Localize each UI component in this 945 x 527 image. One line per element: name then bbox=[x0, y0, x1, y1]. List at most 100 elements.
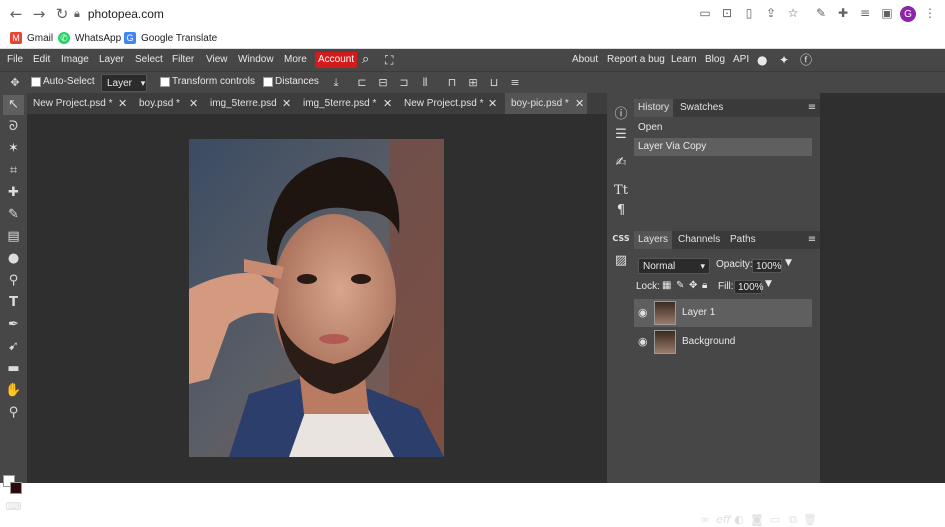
align-middle-icon[interactable]: ⊞ bbox=[466, 76, 480, 90]
layer-row-layer-1[interactable]: ◉ Layer 1 bbox=[634, 299, 812, 327]
new-group-icon[interactable]: ▭ bbox=[768, 513, 782, 527]
history-item-open[interactable]: Open bbox=[634, 119, 812, 137]
kebab-menu-icon[interactable]: ⋮ bbox=[922, 5, 938, 21]
magic-wand-icon[interactable]: ✶ bbox=[3, 139, 24, 159]
reload-icon[interactable]: ↻ bbox=[52, 4, 72, 24]
menu-learn[interactable]: Learn bbox=[671, 52, 697, 68]
layer-mask-icon[interactable]: ◙ bbox=[750, 513, 764, 527]
align-top-icon[interactable]: ⊓ bbox=[445, 76, 459, 90]
zoom-tool-icon[interactable]: ⚲ bbox=[3, 403, 24, 423]
character-icon[interactable]: Tt bbox=[610, 181, 632, 201]
share-icon[interactable]: ⇪ bbox=[763, 5, 779, 21]
align-left-icon[interactable]: ⊏ bbox=[355, 76, 369, 90]
menu-account[interactable]: Account bbox=[315, 52, 358, 68]
align-right-icon[interactable]: ⊐ bbox=[397, 76, 411, 90]
menu-report-bug[interactable]: Report a bug bbox=[607, 52, 665, 68]
info-icon[interactable]: ⓘ bbox=[610, 105, 632, 125]
forward-icon[interactable]: → bbox=[29, 4, 49, 24]
tab-new-project-1[interactable]: New Project.psd * bbox=[27, 93, 112, 114]
lock-position-icon[interactable]: ✥ bbox=[689, 280, 697, 291]
close-icon[interactable]: ✕ bbox=[282, 93, 291, 114]
transform-controls-checkbox[interactable] bbox=[160, 77, 170, 87]
bookmark-whatsapp[interactable]: ✆ WhatsApp bbox=[58, 30, 121, 46]
close-icon[interactable]: ✕ bbox=[189, 93, 198, 114]
pen-tool-icon[interactable]: ✒ bbox=[3, 315, 24, 335]
blend-mode-select[interactable]: Normal ▾ bbox=[638, 258, 710, 274]
hand-tool-icon[interactable]: ✋ bbox=[3, 381, 24, 401]
download-icon[interactable]: ⤓ bbox=[329, 76, 343, 90]
address-bar[interactable]: 🔒︎ photopea.com bbox=[74, 3, 804, 25]
menu-select[interactable]: Select bbox=[135, 52, 163, 68]
panel-menu-icon[interactable]: ≡ bbox=[806, 233, 818, 247]
align-center-icon[interactable]: ⊟ bbox=[376, 76, 390, 90]
opacity-field[interactable]: 100% bbox=[752, 259, 782, 273]
lock-pixels-icon[interactable]: ✎ bbox=[676, 280, 684, 291]
move-tool-icon[interactable]: ↖ bbox=[3, 95, 24, 115]
crop-tool-icon[interactable]: ⌗ bbox=[3, 161, 24, 181]
layer-row-background[interactable]: ◉ Background bbox=[634, 328, 812, 356]
keyboard-icon[interactable]: ⌨ bbox=[3, 497, 24, 517]
eyedropper-extension-icon[interactable]: ✎ bbox=[813, 5, 829, 21]
tab-layers[interactable]: Layers bbox=[634, 231, 673, 249]
page-action-icon[interactable]: ▭ bbox=[697, 5, 713, 21]
rectangle-tool-icon[interactable]: ▬ bbox=[3, 359, 24, 379]
distances-checkbox[interactable] bbox=[263, 77, 273, 87]
star-icon[interactable]: ☆ bbox=[785, 5, 801, 21]
delete-layer-icon[interactable]: 🗑︎ bbox=[803, 513, 817, 527]
search-icon[interactable]: ⌕ bbox=[362, 52, 369, 68]
auto-select-checkbox[interactable] bbox=[31, 77, 41, 87]
menu-layer[interactable]: Layer bbox=[99, 52, 124, 68]
adjustment-layer-icon[interactable]: ◐ bbox=[732, 513, 746, 527]
menu-edit[interactable]: Edit bbox=[33, 52, 50, 68]
css-icon[interactable]: CSS bbox=[610, 229, 632, 249]
menu-window[interactable]: Window bbox=[238, 52, 274, 68]
history-item-layer-via-copy[interactable]: Layer Via Copy bbox=[634, 138, 812, 156]
align-bottom-icon[interactable]: ⊔ bbox=[487, 76, 501, 90]
fill-field[interactable]: 100% bbox=[734, 280, 764, 294]
tab-img-5terre[interactable]: img_5terre.psd bbox=[204, 93, 277, 114]
canvas-workspace[interactable] bbox=[27, 114, 607, 483]
avatar[interactable]: G bbox=[900, 6, 916, 22]
install-icon[interactable]: ⊡ bbox=[719, 5, 735, 21]
menu-image[interactable]: Image bbox=[61, 52, 89, 68]
adjustments-icon[interactable]: ☰ bbox=[610, 125, 632, 145]
close-icon[interactable]: ✕ bbox=[488, 93, 497, 114]
image-icon[interactable]: ▨ bbox=[610, 251, 632, 271]
lock-all-icon[interactable]: 🔒︎ bbox=[702, 280, 707, 291]
menu-more[interactable]: More bbox=[284, 52, 307, 68]
distribute-vertical-icon[interactable]: ≡ bbox=[508, 76, 522, 90]
reddit-icon[interactable]: ● bbox=[757, 52, 767, 68]
facebook-icon[interactable]: ⓕ bbox=[800, 52, 812, 68]
menu-file[interactable]: File bbox=[7, 52, 23, 68]
close-icon[interactable]: ✕ bbox=[118, 93, 127, 114]
auto-select-mode-select[interactable]: Layer ▾ bbox=[101, 74, 147, 92]
blur-tool-icon[interactable]: ● bbox=[3, 249, 24, 269]
type-tool-icon[interactable]: T bbox=[3, 293, 24, 313]
gradient-tool-icon[interactable]: ▤ bbox=[3, 227, 24, 247]
twitter-icon[interactable]: ✦ bbox=[779, 52, 789, 68]
lock-transparent-icon[interactable]: ▦ bbox=[662, 280, 671, 291]
menu-view[interactable]: View bbox=[206, 52, 228, 68]
eye-icon[interactable]: ◉ bbox=[638, 306, 648, 320]
tab-boy[interactable]: boy.psd * bbox=[133, 93, 180, 114]
puzzle-icon[interactable]: ✚ bbox=[835, 5, 851, 21]
distribute-icon[interactable]: ⫴ bbox=[418, 76, 432, 90]
menu-blog[interactable]: Blog bbox=[705, 52, 725, 68]
opacity-dropdown-icon[interactable]: ▼ bbox=[785, 258, 792, 268]
tab-swatches[interactable]: Swatches bbox=[676, 99, 727, 117]
lasso-tool-icon[interactable]: ᘐ bbox=[3, 117, 24, 137]
back-icon[interactable]: ← bbox=[6, 4, 26, 24]
new-layer-icon[interactable]: ⧉ bbox=[786, 513, 800, 527]
tab-history[interactable]: History bbox=[634, 99, 674, 117]
brush-settings-icon[interactable]: ✍ bbox=[610, 153, 632, 173]
tab-channels[interactable]: Channels bbox=[674, 231, 724, 249]
document-canvas-image[interactable] bbox=[189, 139, 444, 457]
background-color-swatch[interactable] bbox=[10, 482, 22, 494]
menu-api[interactable]: API bbox=[733, 52, 749, 68]
menu-about[interactable]: About bbox=[572, 52, 598, 68]
sidebar-icon[interactable]: ▣ bbox=[879, 5, 895, 21]
link-layers-icon[interactable]: ∞ bbox=[698, 513, 712, 527]
close-icon[interactable]: ✕ bbox=[575, 93, 584, 114]
bookmark-google-translate[interactable]: G Google Translate bbox=[124, 30, 217, 46]
document-icon[interactable]: ▯ bbox=[741, 5, 757, 21]
